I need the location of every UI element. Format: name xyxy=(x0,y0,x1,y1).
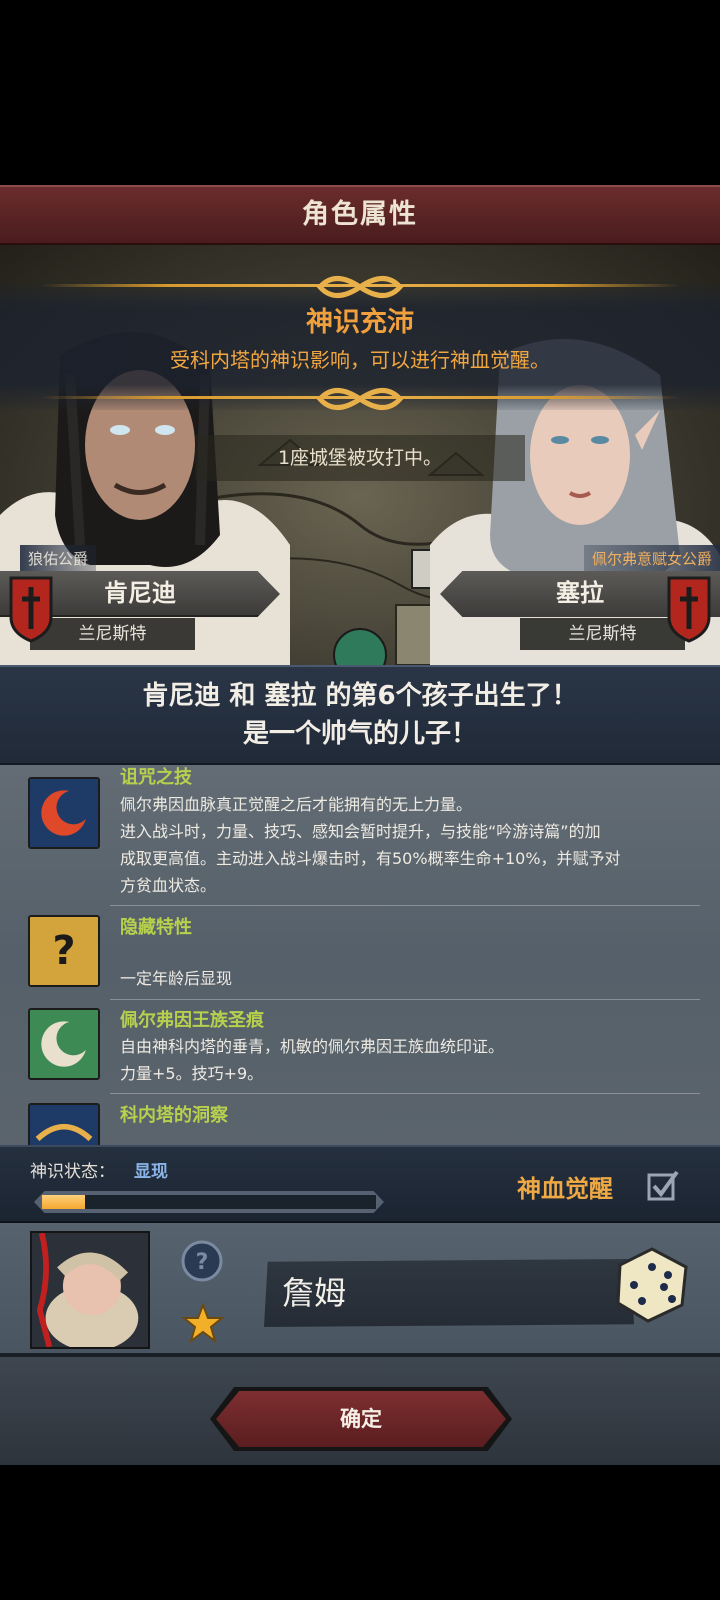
divine-status-panel: 神识状态： 显现 神血觉醒 xyxy=(0,1145,720,1223)
trait-divider xyxy=(110,1093,700,1094)
announcement-line-2: 是一个帅气的儿子！ xyxy=(242,719,477,749)
child-name-field[interactable]: 詹姆 xyxy=(264,1259,634,1327)
trait-list[interactable]: 诅咒之技 佩尔弗因血脉真正觉醒之后才能拥有的无上力量。 进入战斗时，力量、技巧、… xyxy=(0,765,720,1145)
announcement-line-1: 肯尼迪 和 塞拉 的第6个孩子出生了！ xyxy=(142,681,578,711)
dice-randomize-icon[interactable] xyxy=(612,1245,692,1325)
child-panel: ? 詹姆 xyxy=(0,1223,720,1353)
trait-name: 隐藏特性 xyxy=(120,917,192,938)
father-title: 狼佑公爵 xyxy=(20,545,97,572)
green-crescent-icon xyxy=(28,1008,100,1080)
castle-attack-status: 1座城堡被攻打中。 xyxy=(195,435,525,481)
trait-description: 一定年龄后显现 xyxy=(120,969,233,988)
trait-description: 自由神科内塔的垂青，机敏的佩尔弗因王族血统印证。 力量+5。技巧+9。 xyxy=(120,1037,505,1083)
house-shield-icon[interactable] xyxy=(8,575,54,643)
confirm-button[interactable]: 确定 xyxy=(216,1391,506,1447)
bottom-knot-ornament xyxy=(316,388,404,410)
notice-text: 受科内塔的神识影响，可以进行神血觉醒。 xyxy=(170,348,550,372)
house-shield-icon[interactable] xyxy=(666,575,712,643)
svg-text:?: ? xyxy=(52,928,75,974)
trait-name: 科内塔的洞察 xyxy=(120,1105,228,1126)
divine-progress-bar xyxy=(34,1191,384,1213)
red-crescent-icon xyxy=(28,777,100,849)
svg-text:?: ? xyxy=(196,1250,209,1275)
divine-progress-fill xyxy=(42,1195,86,1209)
trait-divider xyxy=(110,999,700,1000)
help-question-icon[interactable]: ? xyxy=(180,1239,224,1283)
mother-title: 佩尔弗意赋女公爵 xyxy=(583,545,720,572)
parents-scene: 神识充沛 受科内塔的神识影响，可以进行神血觉醒。 1座城堡被攻打中。 狼佑公爵 … xyxy=(0,245,720,665)
top-knot-ornament xyxy=(316,276,404,298)
mother-house: 兰尼斯特 xyxy=(520,618,685,650)
divine-notice: 神识充沛 受科内塔的神识影响，可以进行神血觉醒。 xyxy=(0,276,720,410)
trait-divider xyxy=(110,905,700,906)
trait-name: 诅咒之技 xyxy=(120,767,192,788)
baby-avatar xyxy=(30,1231,150,1349)
trait-name: 佩尔弗因王族圣痕 xyxy=(120,1010,264,1031)
divine-status-label: 神识状态： xyxy=(30,1162,115,1182)
divine-status-value: 显现 xyxy=(134,1162,168,1182)
blue-eye-icon xyxy=(28,1103,100,1145)
footer: 确定 xyxy=(0,1353,720,1465)
blood-awaken-checkbox[interactable] xyxy=(646,1169,680,1203)
question-mark-icon: ? xyxy=(28,915,100,987)
screen-title: 角色属性 xyxy=(0,185,720,245)
blood-awaken-label[interactable]: 神血觉醒 xyxy=(517,1169,613,1204)
trait-description: 佩尔弗因血脉真正觉醒之后才能拥有的无上力量。 进入战斗时，力量、技巧、感知会暂时… xyxy=(120,795,621,895)
father-house: 兰尼斯特 xyxy=(30,618,195,650)
notice-bottom-border xyxy=(40,396,680,399)
star-icon[interactable] xyxy=(181,1303,225,1343)
notice-title: 神识充沛 xyxy=(306,307,414,338)
birth-announcement: 肯尼迪 和 塞拉 的第6个孩子出生了！ 是一个帅气的儿子！ xyxy=(0,665,720,765)
